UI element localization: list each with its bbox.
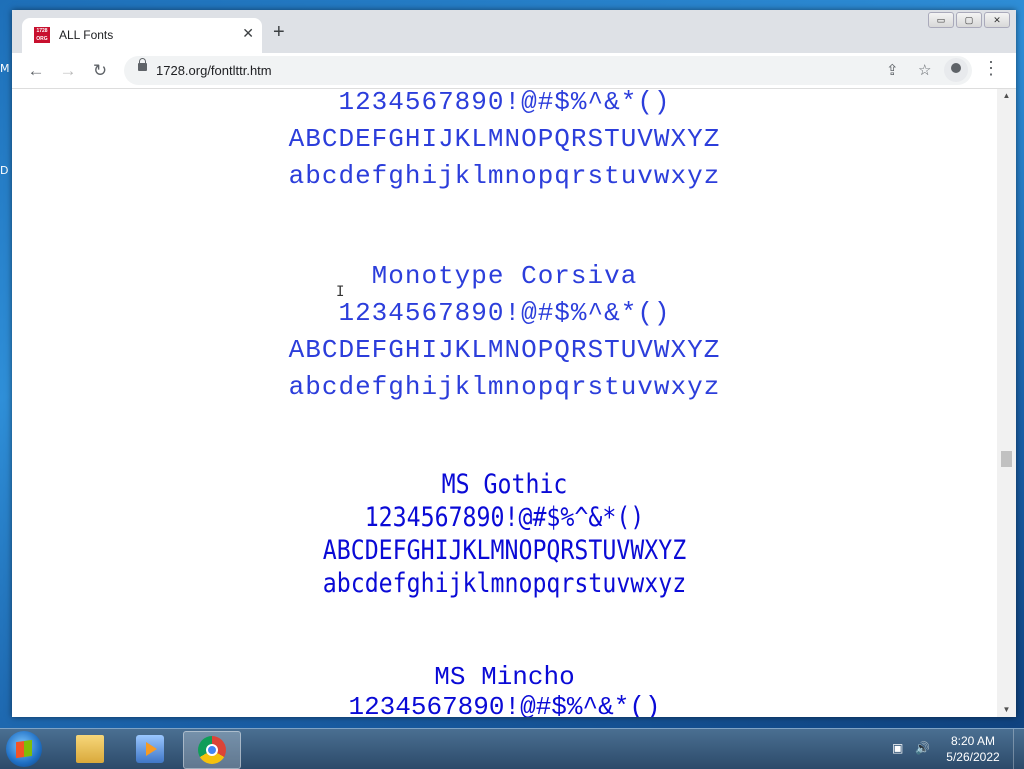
taskbar-explorer[interactable] bbox=[62, 731, 118, 767]
reload-button[interactable]: ↻ bbox=[88, 59, 112, 83]
chrome-icon bbox=[198, 736, 226, 764]
taskbar-media-player[interactable] bbox=[122, 731, 178, 767]
chrome-menu-icon[interactable]: ⋮ bbox=[982, 58, 1000, 79]
media-player-icon bbox=[136, 735, 164, 763]
minimize-button[interactable]: ▭ bbox=[928, 12, 954, 28]
scrollbar-thumb[interactable] bbox=[1001, 451, 1012, 467]
text-cursor-icon: I bbox=[336, 284, 345, 300]
address-bar[interactable]: 1728.org/fontlttr.htm ⇪ ☆ bbox=[124, 56, 972, 85]
desktop-icon-label-d: D bbox=[0, 164, 9, 177]
tab-all-fonts[interactable]: 1728 ORG ALL Fonts ✕ bbox=[22, 18, 262, 53]
font-sample-uppercase: ABCDEFGHIJKLMNOPQRSTUVWXYZ bbox=[322, 535, 687, 566]
scroll-down-arrow-icon[interactable]: ▼ bbox=[997, 703, 1016, 717]
font-name-heading: MS Mincho bbox=[434, 662, 575, 692]
clock-date: 5/26/2022 bbox=[946, 750, 1000, 764]
windows-logo-icon bbox=[16, 739, 32, 759]
font-sample-digits: 1234567890!@#$%^&*() bbox=[364, 502, 645, 533]
taskbar: ▣ 🔊 8:20 AM 5/26/2022 bbox=[0, 728, 1024, 769]
folder-icon bbox=[76, 735, 104, 763]
font-name-heading: Monotype Corsiva bbox=[371, 261, 638, 291]
font-name-heading: MS Gothic bbox=[441, 469, 568, 500]
taskbar-chrome[interactable] bbox=[183, 731, 241, 769]
font-sample-digits: 1234567890!@#$%^&*() bbox=[348, 692, 661, 717]
font-sample-uppercase: ABCDEFGHIJKLMNOPQRSTUVWXYZ bbox=[288, 335, 721, 365]
profile-avatar-icon[interactable] bbox=[944, 58, 968, 82]
network-icon[interactable]: ▣ bbox=[892, 741, 906, 755]
scroll-up-arrow-icon[interactable]: ▲ bbox=[997, 89, 1016, 103]
forward-button[interactable]: → bbox=[56, 59, 80, 83]
title-bar: 1728 ORG ALL Fonts ✕ + ▭ ▢ ✕ bbox=[12, 10, 1016, 53]
chrome-window: 1728 ORG ALL Fonts ✕ + ▭ ▢ ✕ ← → ↻ 1728.… bbox=[12, 10, 1016, 717]
bookmark-star-icon[interactable]: ☆ bbox=[918, 61, 931, 79]
font-sample-lowercase: abcdefghijklmnopqrstuvwxyz bbox=[288, 161, 721, 191]
font-sample-lowercase: abcdefghijklmnopqrstuvwxyz bbox=[322, 568, 687, 599]
browser-toolbar: ← → ↻ 1728.org/fontlttr.htm ⇪ ☆ ⋮ bbox=[12, 53, 1016, 89]
clock[interactable]: 8:20 AM 5/26/2022 bbox=[942, 733, 1004, 765]
font-sample-digits: 1234567890!@#$%^&*() bbox=[338, 298, 671, 328]
close-window-button[interactable]: ✕ bbox=[984, 12, 1010, 28]
url-text[interactable]: 1728.org/fontlttr.htm bbox=[156, 63, 272, 78]
font-sample-uppercase: ABCDEFGHIJKLMNOPQRSTUVWXYZ bbox=[288, 124, 721, 154]
vertical-scrollbar[interactable]: ▲ ▼ bbox=[997, 89, 1016, 717]
tab-title: ALL Fonts bbox=[59, 28, 114, 42]
maximize-button[interactable]: ▢ bbox=[956, 12, 982, 28]
start-button[interactable] bbox=[6, 731, 42, 767]
share-icon[interactable]: ⇪ bbox=[886, 61, 899, 79]
back-button[interactable]: ← bbox=[24, 59, 48, 83]
lock-icon[interactable] bbox=[138, 58, 147, 71]
font-sample-digits: 1234567890!@#$%^&*() bbox=[338, 89, 671, 117]
desktop-icon-label-m: M bbox=[0, 62, 10, 75]
font-sample-lowercase: abcdefghijklmnopqrstuvwxyz bbox=[288, 372, 721, 402]
show-desktop-button[interactable] bbox=[1013, 729, 1024, 769]
new-tab-button[interactable]: + bbox=[273, 22, 285, 42]
tab-close-icon[interactable]: ✕ bbox=[242, 25, 254, 42]
clock-time: 8:20 AM bbox=[950, 734, 996, 748]
volume-icon[interactable]: 🔊 bbox=[915, 741, 930, 755]
site-favicon-icon: 1728 ORG bbox=[34, 27, 50, 43]
page-content: 1234567890!@#$%^&*() ABCDEFGHIJKLMNOPQRS… bbox=[12, 89, 997, 717]
